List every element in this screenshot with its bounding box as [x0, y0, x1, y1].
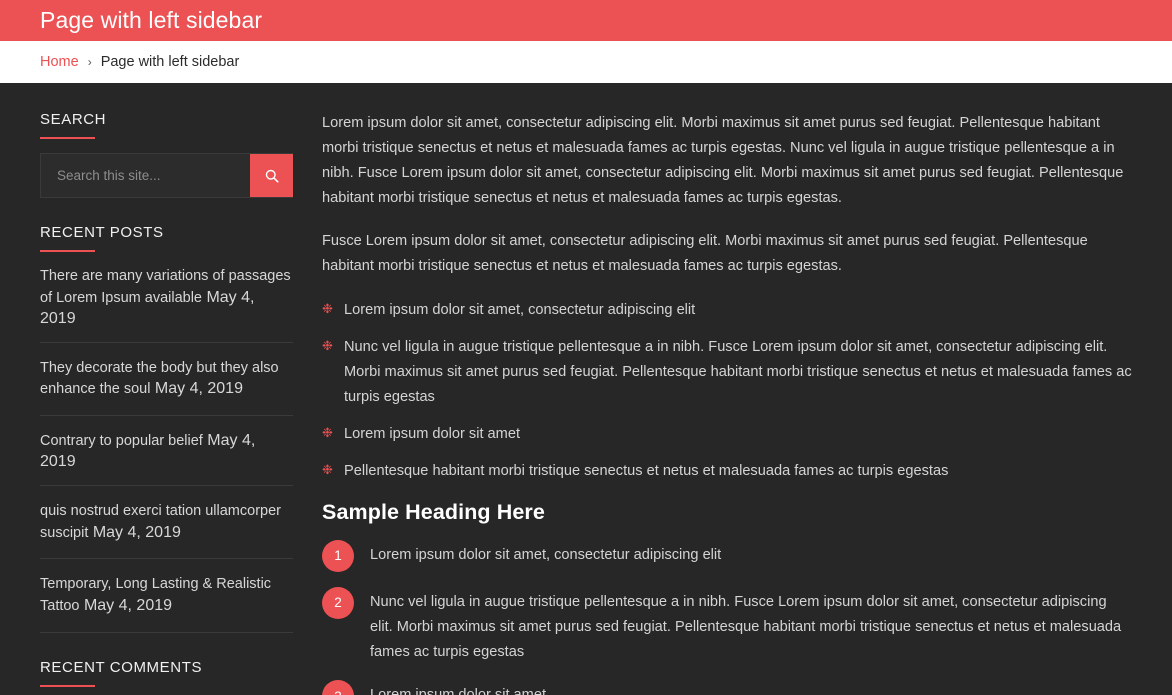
- list-item: ❉ Pellentesque habitant morbi tristique …: [322, 459, 1132, 484]
- numbered-item-text: Nunc vel ligula in augue tristique pelle…: [370, 594, 1122, 661]
- bullet-item-text: Pellentesque habitant morbi tristique se…: [344, 463, 949, 480]
- bullet-item-text: Lorem ipsum dolor sit amet: [344, 425, 521, 442]
- asterisk-bullet-icon: ❉: [322, 424, 333, 440]
- breadcrumb-current-page: Page with left sidebar: [100, 53, 240, 70]
- widget-accent-underline: [40, 137, 95, 139]
- breadcrumb-separator-icon: ›: [87, 55, 92, 69]
- widget-recent-posts: RECENT POSTS There are many variations o…: [40, 224, 293, 633]
- asterisk-bullet-icon: ❉: [322, 462, 333, 478]
- sidebar: SEARCH RECENT POSTS: [0, 111, 293, 695]
- breadcrumb-bar: Home › Page with left sidebar: [0, 41, 1172, 83]
- numbered-list: 1 Lorem ipsum dolor sit amet, consectetu…: [322, 539, 1132, 695]
- page-title: Page with left sidebar: [40, 7, 263, 33]
- number-badge: 1: [322, 540, 354, 573]
- list-item[interactable]: quis nostrud exerci tation ullamcorper s…: [40, 501, 293, 560]
- number-badge: 3: [322, 680, 354, 695]
- list-item: ❉ Lorem ipsum dolor sit amet, consectetu…: [322, 298, 1132, 323]
- breadcrumb-link-home[interactable]: Home: [40, 55, 79, 70]
- bullet-item-text: Lorem ipsum dolor sit amet, consectetur …: [344, 301, 696, 318]
- list-item: 1 Lorem ipsum dolor sit amet, consectetu…: [322, 539, 1132, 573]
- page-header: Page with left sidebar: [0, 0, 1172, 41]
- list-item: 3 Lorem ipsum dolor sit amet: [322, 679, 1132, 695]
- bullet-item-text: Nunc vel ligula in augue tristique pelle…: [344, 338, 1132, 405]
- search-submit-button[interactable]: [250, 154, 293, 197]
- page-body: SEARCH RECENT POSTS: [0, 83, 1172, 695]
- widget-title-recent-comments: RECENT COMMENTS: [40, 658, 203, 676]
- widget-recent-comments: RECENT COMMENTS A WordPress Commenter on…: [40, 659, 293, 695]
- asterisk-bullet-icon: ❉: [322, 337, 333, 353]
- recent-post-title: Contrary to popular belief: [40, 433, 203, 449]
- list-item[interactable]: Temporary, Long Lasting & Realistic Tatt…: [40, 574, 293, 633]
- widget-title-search: SEARCH: [40, 111, 107, 128]
- section-heading: Sample Heading Here: [322, 500, 545, 525]
- search-form[interactable]: [40, 153, 293, 198]
- recent-posts-list: There are many variations of passages of…: [40, 266, 293, 633]
- widget-accent-underline: [40, 250, 95, 252]
- search-icon: [265, 169, 279, 183]
- breadcrumb: Home › Page with left sidebar: [40, 55, 239, 70]
- recent-post-link[interactable]: Contrary to popular belief: [40, 433, 203, 449]
- recent-post-date: May 4, 2019: [83, 597, 173, 614]
- list-item: ❉ Lorem ipsum dolor sit amet: [322, 422, 1132, 447]
- main-content: Lorem ipsum dolor sit amet, consectetur …: [293, 111, 1172, 695]
- list-item: ❉ Nunc vel ligula in augue tristique pel…: [322, 335, 1132, 410]
- numbered-item-text: Lorem ipsum dolor sit amet: [370, 679, 1132, 695]
- asterisk-bullet-icon: ❉: [322, 300, 333, 316]
- search-input[interactable]: [41, 154, 250, 197]
- recent-post-date: May 4, 2019: [154, 380, 243, 398]
- secondary-paragraph: Fusce Lorem ipsum dolor sit amet, consec…: [322, 233, 1088, 275]
- widget-accent-underline: [40, 684, 95, 687]
- list-item[interactable]: Contrary to popular belief May 4, 2019: [40, 431, 293, 486]
- intro-paragraph: Lorem ipsum dolor sit amet, consectetur …: [322, 115, 1124, 207]
- numbered-item-text: Lorem ipsum dolor sit amet, consectetur …: [370, 547, 722, 564]
- asterisk-bullet-list: ❉ Lorem ipsum dolor sit amet, consectetu…: [322, 298, 1132, 485]
- list-item[interactable]: They decorate the body but they also enh…: [40, 358, 293, 416]
- list-item: 2 Nunc vel ligula in augue tristique pel…: [322, 586, 1132, 665]
- widget-search: SEARCH: [40, 111, 293, 198]
- recent-post-date: May 4, 2019: [92, 523, 181, 541]
- widget-title-recent-posts: RECENT POSTS: [40, 224, 164, 241]
- number-badge: 2: [322, 587, 354, 620]
- list-item[interactable]: There are many variations of passages of…: [40, 266, 293, 343]
